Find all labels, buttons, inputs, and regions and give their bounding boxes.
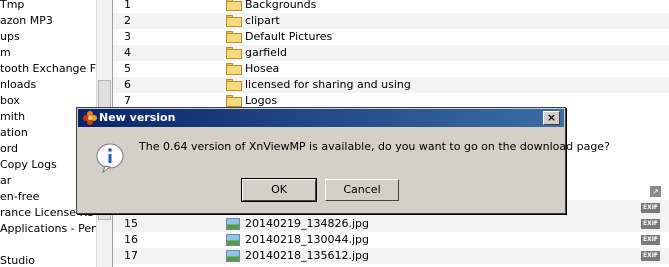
dialog-title-bar[interactable]: New version × xyxy=(78,109,564,127)
tree-item[interactable]: tooth Exchange Folc xyxy=(0,61,112,77)
dialog-title: New version xyxy=(99,111,176,124)
photo-icon xyxy=(226,250,242,262)
row-number: 16 xyxy=(124,233,138,246)
file-name: Backgrounds xyxy=(245,0,317,11)
shortcut-badge-icon: ↗ xyxy=(650,186,661,197)
folder-icon xyxy=(226,0,242,11)
file-row[interactable]: 2 clipart xyxy=(113,13,669,29)
file-row[interactable]: 3 Default Pictures xyxy=(113,29,669,45)
file-name: Hosea xyxy=(245,62,280,75)
ok-button[interactable]: OK xyxy=(241,178,317,202)
cancel-button[interactable]: Cancel xyxy=(325,179,399,201)
tree-item[interactable]: Copy Logs xyxy=(0,157,57,173)
tree-item[interactable]: mith xyxy=(0,109,25,125)
folder-icon xyxy=(226,31,242,43)
row-number: 3 xyxy=(124,30,131,43)
tree-item[interactable]: ord xyxy=(0,141,18,157)
row-number: 2 xyxy=(124,14,131,27)
tree-item[interactable]: nloads xyxy=(0,77,36,93)
exif-badge: EXIF xyxy=(641,235,660,245)
photo-icon xyxy=(226,234,242,246)
tree-item[interactable]: box xyxy=(0,93,20,109)
row-number: 1 xyxy=(124,0,131,11)
row-number: 4 xyxy=(124,46,131,59)
exif-badge: EXIF xyxy=(641,219,660,229)
dialog-message: The 0.64 version of XnViewMP is availabl… xyxy=(139,140,610,153)
file-row[interactable]: 1 Backgrounds xyxy=(113,0,669,13)
file-row[interactable]: 16 20140218_130044.jpg EXIF xyxy=(113,232,669,248)
folder-icon xyxy=(226,15,242,27)
file-row[interactable]: 15 20140219_134826.jpg EXIF xyxy=(113,216,669,232)
tree-item[interactable]: Tmp xyxy=(0,0,24,13)
file-name: 20140218_135612.jpg xyxy=(245,249,369,262)
folder-icon xyxy=(226,63,242,75)
tree-item[interactable]: Studio xyxy=(0,253,35,267)
xnview-flower-icon xyxy=(83,111,97,125)
row-number: 6 xyxy=(124,78,131,91)
folder-icon xyxy=(226,79,242,91)
file-name: clipart xyxy=(245,14,280,27)
close-button[interactable]: × xyxy=(543,111,560,125)
row-number: 5 xyxy=(124,62,131,75)
tree-item[interactable]: azon MP3 xyxy=(0,13,53,29)
file-name: garfield xyxy=(245,46,287,59)
file-name: 20140218_130044.jpg xyxy=(245,233,369,246)
row-number: 17 xyxy=(124,249,138,262)
photo-icon xyxy=(226,218,242,230)
tree-item[interactable]: en-free xyxy=(0,189,39,205)
tree-item[interactable]: ation xyxy=(0,125,28,141)
file-name: licensed for sharing and using xyxy=(245,78,411,91)
exif-badge: EXIF xyxy=(641,251,660,261)
folder-icon xyxy=(226,47,242,59)
file-name: Default Pictures xyxy=(245,30,333,43)
file-row[interactable]: 6 licensed for sharing and using xyxy=(113,77,669,93)
info-icon xyxy=(96,143,124,174)
exif-badge: EXIF xyxy=(641,203,660,213)
tree-item[interactable]: ar xyxy=(0,173,11,189)
folder-icon xyxy=(226,95,242,107)
tree-item[interactable]: ups xyxy=(0,29,20,45)
row-number: 15 xyxy=(124,217,138,230)
file-row[interactable]: 4 garfield xyxy=(113,45,669,61)
file-row[interactable]: 17 20140218_135612.jpg EXIF xyxy=(113,248,669,264)
tree-item[interactable]: m xyxy=(0,45,11,61)
new-version-dialog: New version × The 0.64 version of XnView… xyxy=(76,107,610,214)
file-name: 20140219_134826.jpg xyxy=(245,217,369,230)
file-row[interactable]: 5 Hosea xyxy=(113,61,669,77)
